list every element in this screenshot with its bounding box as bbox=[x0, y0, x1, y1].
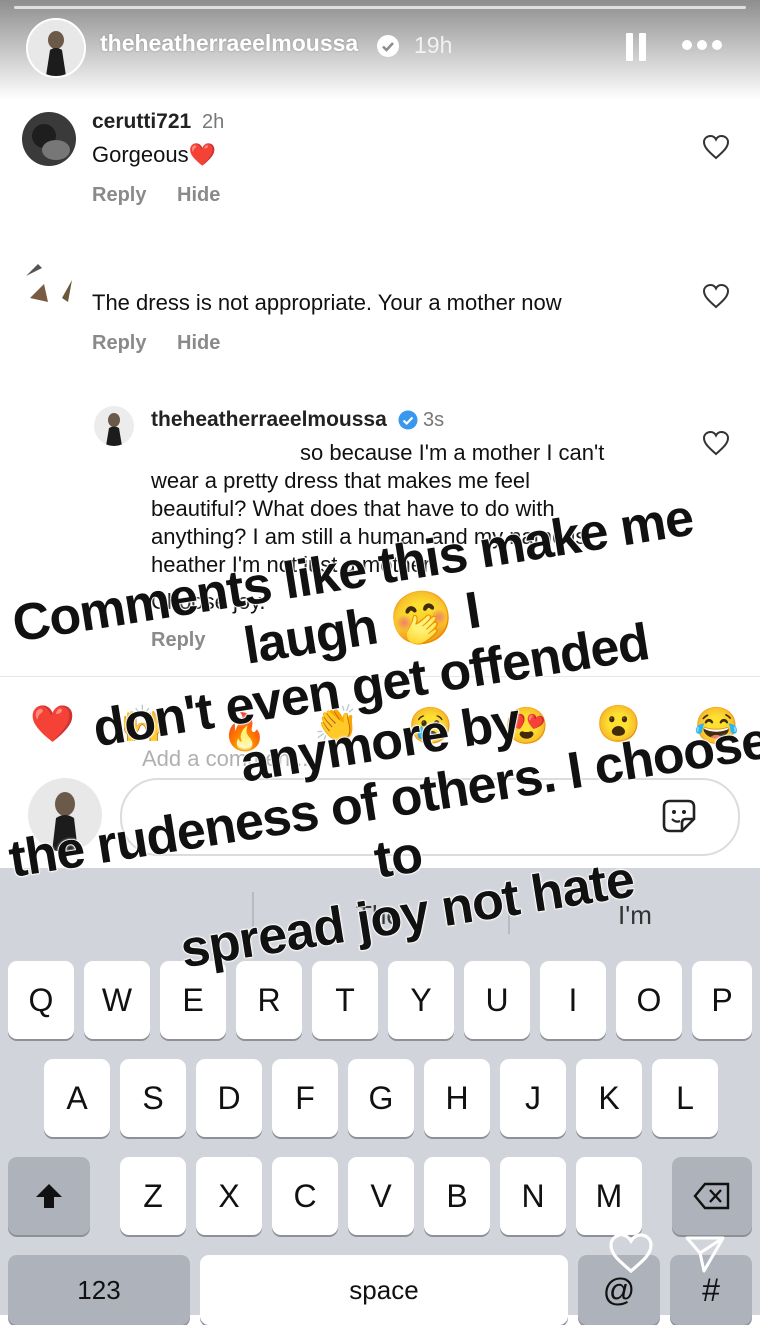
key-b[interactable]: B bbox=[424, 1157, 490, 1235]
key-n[interactable]: N bbox=[500, 1157, 566, 1235]
key-k[interactable]: K bbox=[576, 1059, 642, 1137]
key-o[interactable]: O bbox=[616, 961, 682, 1039]
reply-time: 3s bbox=[423, 409, 445, 431]
key-t[interactable]: T bbox=[312, 961, 378, 1039]
story-progress-bar bbox=[14, 6, 746, 9]
commenter-avatar[interactable] bbox=[22, 112, 76, 166]
reply-avatar[interactable] bbox=[94, 406, 134, 446]
verified-badge-icon bbox=[398, 410, 418, 430]
reply-text-line: so because I'm a mother I can't bbox=[300, 440, 605, 465]
comment-time: 2h bbox=[202, 111, 225, 133]
reply-button[interactable]: Reply bbox=[92, 332, 146, 355]
key-s[interactable]: S bbox=[120, 1059, 186, 1137]
like-heart-icon[interactable] bbox=[702, 430, 730, 456]
comment-text: Gorgeous❤️ bbox=[92, 142, 217, 167]
key-z[interactable]: Z bbox=[120, 1157, 186, 1235]
key-g[interactable]: G bbox=[348, 1059, 414, 1137]
key-y[interactable]: Y bbox=[388, 961, 454, 1039]
more-options-icon[interactable] bbox=[682, 40, 722, 52]
key-h[interactable]: H bbox=[424, 1059, 490, 1137]
story-time: 19h bbox=[414, 32, 453, 58]
story-username[interactable]: theheatherraeelmoussa bbox=[100, 30, 358, 57]
key-u[interactable]: U bbox=[464, 961, 530, 1039]
key-m[interactable]: M bbox=[576, 1157, 642, 1235]
send-icon[interactable] bbox=[684, 1234, 726, 1274]
comment-text: The dress is not appropriate. Your a mot… bbox=[92, 290, 562, 315]
like-heart-icon[interactable] bbox=[702, 283, 730, 309]
pause-icon[interactable] bbox=[626, 33, 648, 61]
hide-button[interactable]: Hide bbox=[177, 184, 220, 207]
hide-button[interactable]: Hide bbox=[177, 332, 220, 355]
key-l[interactable]: L bbox=[652, 1059, 718, 1137]
key-x[interactable]: X bbox=[196, 1157, 262, 1235]
key-a[interactable]: A bbox=[44, 1059, 110, 1137]
comment-username[interactable]: cerutti721 bbox=[92, 110, 191, 134]
shift-key[interactable] bbox=[8, 1157, 90, 1235]
shift-arrow-icon bbox=[36, 1184, 62, 1208]
reply-username[interactable]: theheatherraeelmoussa bbox=[151, 408, 387, 432]
key-d[interactable]: D bbox=[196, 1059, 262, 1137]
delete-key[interactable] bbox=[672, 1157, 752, 1235]
key-r[interactable]: R bbox=[236, 961, 302, 1039]
key-p[interactable]: P bbox=[692, 961, 752, 1039]
key-j[interactable]: J bbox=[500, 1059, 566, 1137]
reply-text-line: wear a pretty dress that makes me feel bbox=[151, 468, 531, 493]
key-c[interactable]: C bbox=[272, 1157, 338, 1235]
story-avatar[interactable] bbox=[26, 18, 86, 78]
like-heart-icon[interactable] bbox=[702, 134, 730, 160]
commenter-avatar[interactable] bbox=[22, 258, 76, 312]
key-i[interactable]: I bbox=[540, 961, 606, 1039]
verified-badge-icon bbox=[377, 35, 399, 57]
key-f[interactable]: F bbox=[272, 1059, 338, 1137]
story-like-heart-icon[interactable] bbox=[608, 1232, 654, 1274]
key-v[interactable]: V bbox=[348, 1157, 414, 1235]
reply-button[interactable]: Reply bbox=[92, 184, 146, 207]
backspace-icon bbox=[693, 1182, 730, 1210]
